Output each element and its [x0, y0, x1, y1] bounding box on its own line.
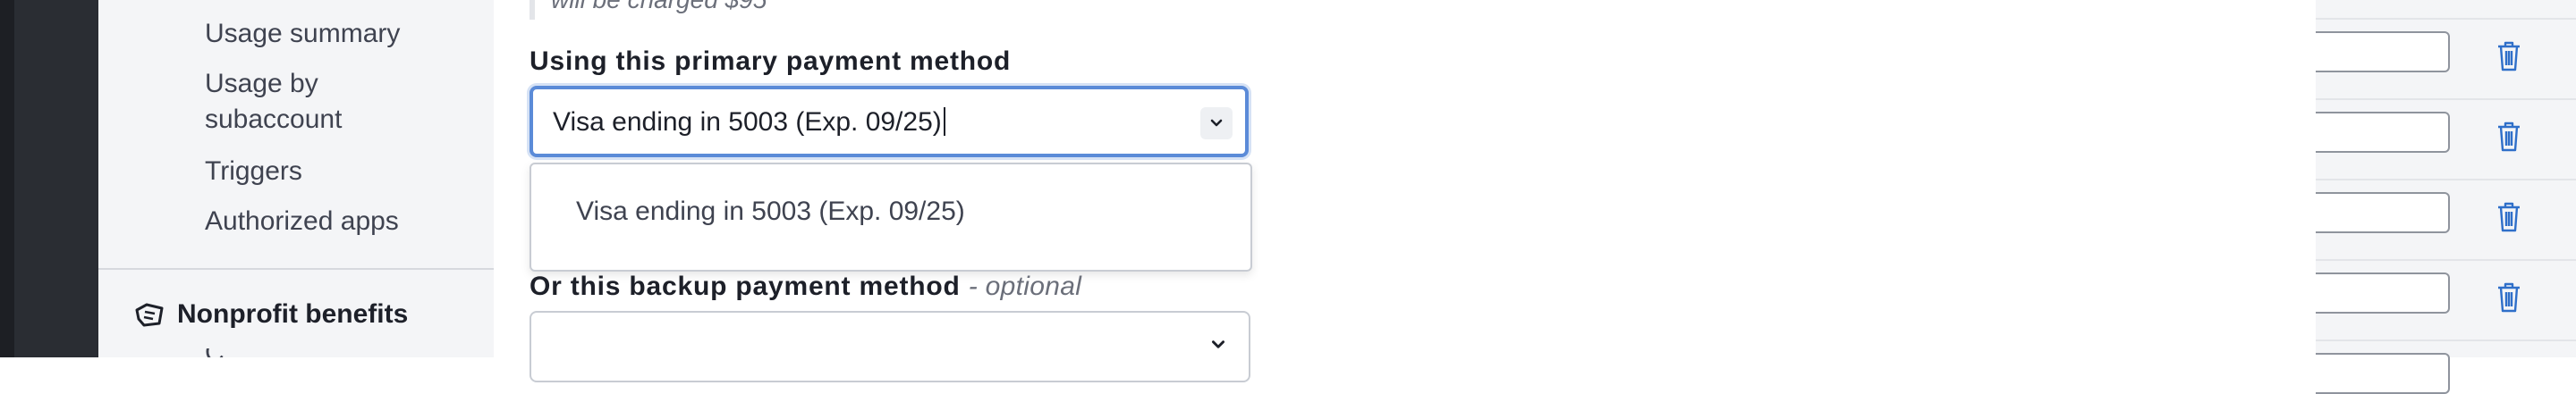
dropdown-option-visa-5003[interactable]: Visa ending in 5003 (Exp. 09/25)	[576, 197, 965, 227]
backup-payment-label-text: Or this backup payment method	[530, 272, 961, 301]
sidebar-item-partial[interactable]: C	[205, 348, 232, 357]
sidebar-section-label: Nonprofit benefits	[177, 299, 409, 329]
tag-icon	[135, 303, 164, 327]
charge-note: will be charged $95	[551, 0, 767, 14]
settings-sidebar: Usage summary Usage by subaccount Trigge…	[98, 0, 494, 357]
note-quote-bar	[530, 0, 535, 20]
chevron-down-icon	[1210, 119, 1223, 127]
sidebar-section-nonprofit[interactable]: Nonprofit benefits	[134, 299, 408, 330]
backup-payment-select[interactable]	[530, 311, 1250, 382]
list-row-input[interactable]	[2316, 353, 2450, 394]
trash-icon[interactable]	[2496, 201, 2522, 233]
primary-payment-dropdown: Visa ending in 5003 (Exp. 09/25)	[530, 163, 1252, 272]
backup-payment-label: Or this backup payment method - optional	[530, 272, 1081, 302]
primary-select-toggle[interactable]	[1200, 107, 1233, 139]
sidebar-divider	[98, 268, 494, 270]
sidebar-item-usage-summary[interactable]: Usage summary	[205, 16, 400, 52]
trash-icon[interactable]	[2496, 121, 2522, 153]
text-cursor	[943, 107, 945, 136]
sidebar-item-triggers[interactable]: Triggers	[205, 154, 302, 189]
row-divider	[2316, 179, 2576, 180]
app-nav-rail	[0, 0, 98, 357]
trash-icon[interactable]	[2496, 281, 2522, 314]
row-divider	[2316, 259, 2576, 261]
optional-hint: - optional	[968, 272, 1082, 301]
primary-payment-value: Visa ending in 5003 (Exp. 09/25)	[553, 107, 945, 138]
primary-payment-select[interactable]: Visa ending in 5003 (Exp. 09/25)	[530, 86, 1249, 157]
row-divider	[2316, 98, 2576, 100]
sidebar-item-usage-by[interactable]: Usage by	[205, 66, 318, 102]
payment-modal: will be charged $95 Using this primary p…	[494, 0, 2316, 382]
trash-icon[interactable]	[2496, 40, 2522, 72]
chevron-down-icon	[1212, 340, 1224, 348]
row-divider	[2316, 340, 2576, 341]
sidebar-item-subaccount[interactable]: subaccount	[205, 102, 342, 138]
list-row-input[interactable]	[2316, 112, 2450, 153]
row-divider	[2316, 18, 2576, 20]
list-row-input[interactable]	[2316, 192, 2450, 233]
sidebar-item-partial-label: C	[205, 348, 232, 357]
list-row-input[interactable]	[2316, 272, 2450, 314]
primary-payment-label: Using this primary payment method	[530, 46, 1012, 76]
sidebar-item-authorized-apps[interactable]: Authorized apps	[205, 204, 399, 239]
app-nav-edge	[0, 0, 14, 357]
list-row-input[interactable]	[2316, 31, 2450, 72]
